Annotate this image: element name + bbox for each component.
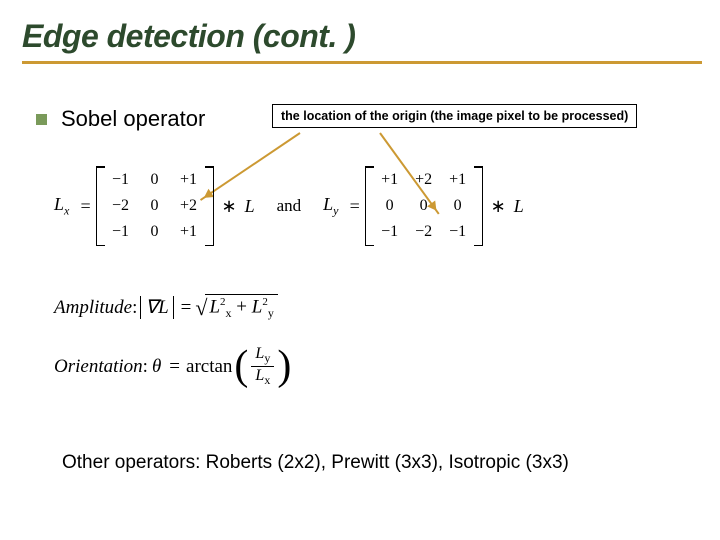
bullet-icon bbox=[36, 114, 47, 125]
title-underline bbox=[22, 61, 702, 64]
orientation-formula: Orientation: θ = arctan ( Ly Lx ) bbox=[54, 345, 684, 388]
bullet-text: Sobel operator bbox=[61, 106, 205, 132]
sobel-formula: Lx = −10+1 −20+2 −10+1 ∗ L and Ly = +1+2… bbox=[36, 158, 684, 268]
slide-title: Edge detection (cont. ) bbox=[22, 18, 698, 55]
ly-matrix: +1+2+1 000 −1−2−1 bbox=[373, 167, 475, 245]
other-operators-note: Other operators: Roberts (2x2), Prewitt … bbox=[62, 452, 569, 474]
lx-matrix: −10+1 −20+2 −10+1 bbox=[104, 167, 206, 245]
origin-note: the location of the origin (the image pi… bbox=[272, 104, 637, 128]
amplitude-formula: Amplitude: ∇L = √ L2x + L2y bbox=[54, 294, 684, 321]
